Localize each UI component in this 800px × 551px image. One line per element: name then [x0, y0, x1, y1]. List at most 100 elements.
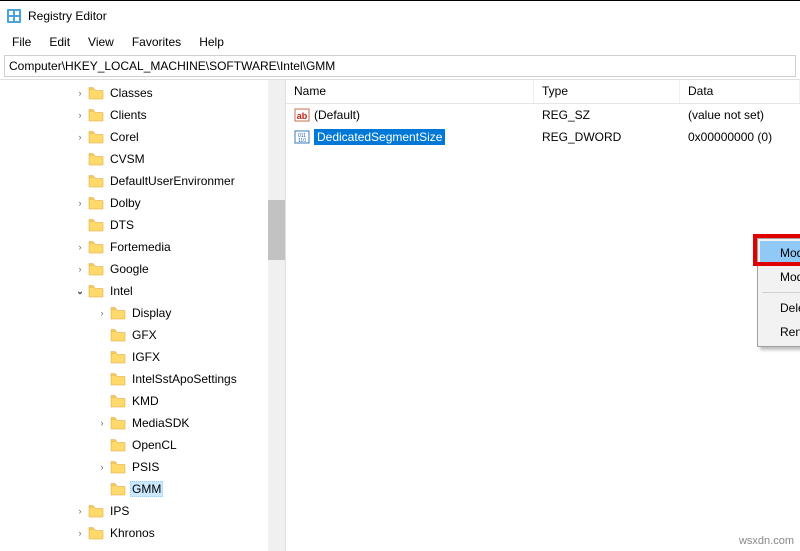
folder-icon: [110, 306, 126, 320]
tree-spacer: [74, 153, 86, 165]
menu-view[interactable]: View: [80, 33, 122, 51]
tree-item[interactable]: IGFX: [0, 346, 285, 368]
tree-item-label: GFX: [130, 328, 159, 342]
tree-item[interactable]: ›Clients: [0, 104, 285, 126]
tree-spacer: [96, 395, 108, 407]
svg-text:110: 110: [298, 138, 306, 144]
binary-value-icon: 011110: [294, 129, 310, 145]
folder-icon: [88, 108, 104, 122]
svg-text:ab: ab: [297, 111, 308, 121]
tree-item[interactable]: GFX: [0, 324, 285, 346]
value-type: REG_SZ: [534, 106, 680, 124]
folder-icon: [88, 526, 104, 540]
folder-icon: [110, 438, 126, 452]
folder-icon: [110, 372, 126, 386]
value-type: REG_DWORD: [534, 128, 680, 146]
window-title: Registry Editor: [28, 9, 107, 23]
chevron-right-icon[interactable]: ›: [96, 307, 108, 319]
chevron-right-icon[interactable]: ›: [96, 417, 108, 429]
tree-item[interactable]: IntelSstApoSettings: [0, 368, 285, 390]
tree-item-label: Intel: [108, 284, 135, 298]
tree-item[interactable]: KMD: [0, 390, 285, 412]
tree-item[interactable]: › Corel: [0, 126, 285, 148]
tree-item[interactable]: › PSIS: [0, 456, 285, 478]
chevron-right-icon[interactable]: ›: [74, 87, 86, 99]
folder-icon: [88, 174, 104, 188]
folder-icon: [88, 196, 104, 210]
tree-item[interactable]: ⌄ Intel: [0, 280, 285, 302]
tree-item-label: Corel: [108, 130, 141, 144]
tree-item[interactable]: › IPS: [0, 500, 285, 522]
folder-icon: [110, 460, 126, 474]
tree-pane: ›Classes›Clients›CorelCVSMDefaultUserEnv…: [0, 80, 286, 551]
list-pane: Name Type Data ab(Default)REG_SZ(value n…: [286, 80, 800, 551]
chevron-right-icon[interactable]: ›: [96, 461, 108, 473]
chevron-right-icon[interactable]: ›: [74, 527, 86, 539]
list-row[interactable]: 011110DedicatedSegmentSizeREG_DWORD0x000…: [286, 126, 800, 148]
column-data[interactable]: Data: [680, 80, 800, 103]
chevron-down-icon[interactable]: ⌄: [74, 285, 86, 297]
column-name[interactable]: Name: [286, 80, 534, 103]
column-type[interactable]: Type: [534, 80, 680, 103]
chevron-right-icon[interactable]: ›: [74, 505, 86, 517]
tree-item[interactable]: › MediaSDK: [0, 412, 285, 434]
menu-help[interactable]: Help: [191, 33, 232, 51]
menu-favorites[interactable]: Favorites: [124, 33, 189, 51]
menubar: File Edit View Favorites Help: [0, 31, 800, 53]
menu-edit[interactable]: Edit: [41, 33, 78, 51]
tree-item-label: IPS: [108, 504, 131, 518]
tree-item-label: Display: [130, 306, 173, 320]
tree-item-label: KMD: [130, 394, 161, 408]
tree-spacer: [96, 439, 108, 451]
tree-item[interactable]: DefaultUserEnvironmer: [0, 170, 285, 192]
chevron-right-icon[interactable]: ›: [74, 263, 86, 275]
tree-item-label: Fortemedia: [108, 240, 173, 254]
tree-item[interactable]: › Classes: [0, 82, 285, 104]
menu-modify-binary[interactable]: Modify Binary Data...: [760, 265, 800, 289]
tree-item-label: PSIS: [130, 460, 161, 474]
tree-item[interactable]: › Display: [0, 302, 285, 324]
chevron-right-icon[interactable]: ›: [74, 131, 86, 143]
tree-item[interactable]: CVSM: [0, 148, 285, 170]
titlebar: Registry Editor: [0, 1, 800, 31]
value-data: (value not set): [680, 106, 800, 124]
tree-item[interactable]: › Google: [0, 258, 285, 280]
tree-item[interactable]: › Khronos: [0, 522, 285, 544]
tree-item-label: Google: [108, 262, 151, 276]
list-row[interactable]: ab(Default)REG_SZ(value not set): [286, 104, 800, 126]
tree-spacer: [96, 351, 108, 363]
tree-item-label: DTS: [108, 218, 136, 232]
folder-icon: [88, 152, 104, 166]
tree-item[interactable]: OpenCL: [0, 434, 285, 456]
folder-icon: [88, 130, 104, 144]
menu-rename[interactable]: Rename: [760, 320, 800, 344]
tree-item-label: Khronos: [108, 526, 157, 540]
tree-item[interactable]: GMM: [0, 478, 285, 500]
tree-item-label: OpenCL: [130, 438, 179, 452]
folder-icon: [110, 328, 126, 342]
tree-item[interactable]: DTS: [0, 214, 285, 236]
regedit-icon: [6, 8, 22, 24]
tree-item-label: Classes: [108, 86, 155, 100]
address-bar[interactable]: Computer\HKEY_LOCAL_MACHINE\SOFTWARE\Int…: [4, 55, 796, 77]
chevron-right-icon[interactable]: ›: [74, 109, 86, 121]
folder-icon: [88, 218, 104, 232]
scrollbar[interactable]: [268, 80, 285, 551]
tree-item-label: MediaSDK: [130, 416, 191, 430]
scrollbar-thumb[interactable]: [268, 200, 285, 260]
folder-icon: [88, 240, 104, 254]
menu-delete[interactable]: Delete: [760, 296, 800, 320]
address-text: Computer\HKEY_LOCAL_MACHINE\SOFTWARE\Int…: [9, 59, 335, 73]
menu-file[interactable]: File: [4, 33, 39, 51]
folder-icon: [88, 86, 104, 100]
chevron-right-icon[interactable]: ›: [74, 241, 86, 253]
folder-icon: [110, 482, 126, 496]
watermark: wsxdn.com: [739, 535, 794, 547]
tree-item-label: IGFX: [130, 350, 162, 364]
chevron-right-icon[interactable]: ›: [74, 197, 86, 209]
tree-spacer: [96, 373, 108, 385]
tree-item[interactable]: ›Dolby: [0, 192, 285, 214]
folder-icon: [110, 416, 126, 430]
menu-modify[interactable]: Modify...: [760, 241, 800, 265]
tree-item[interactable]: › Fortemedia: [0, 236, 285, 258]
